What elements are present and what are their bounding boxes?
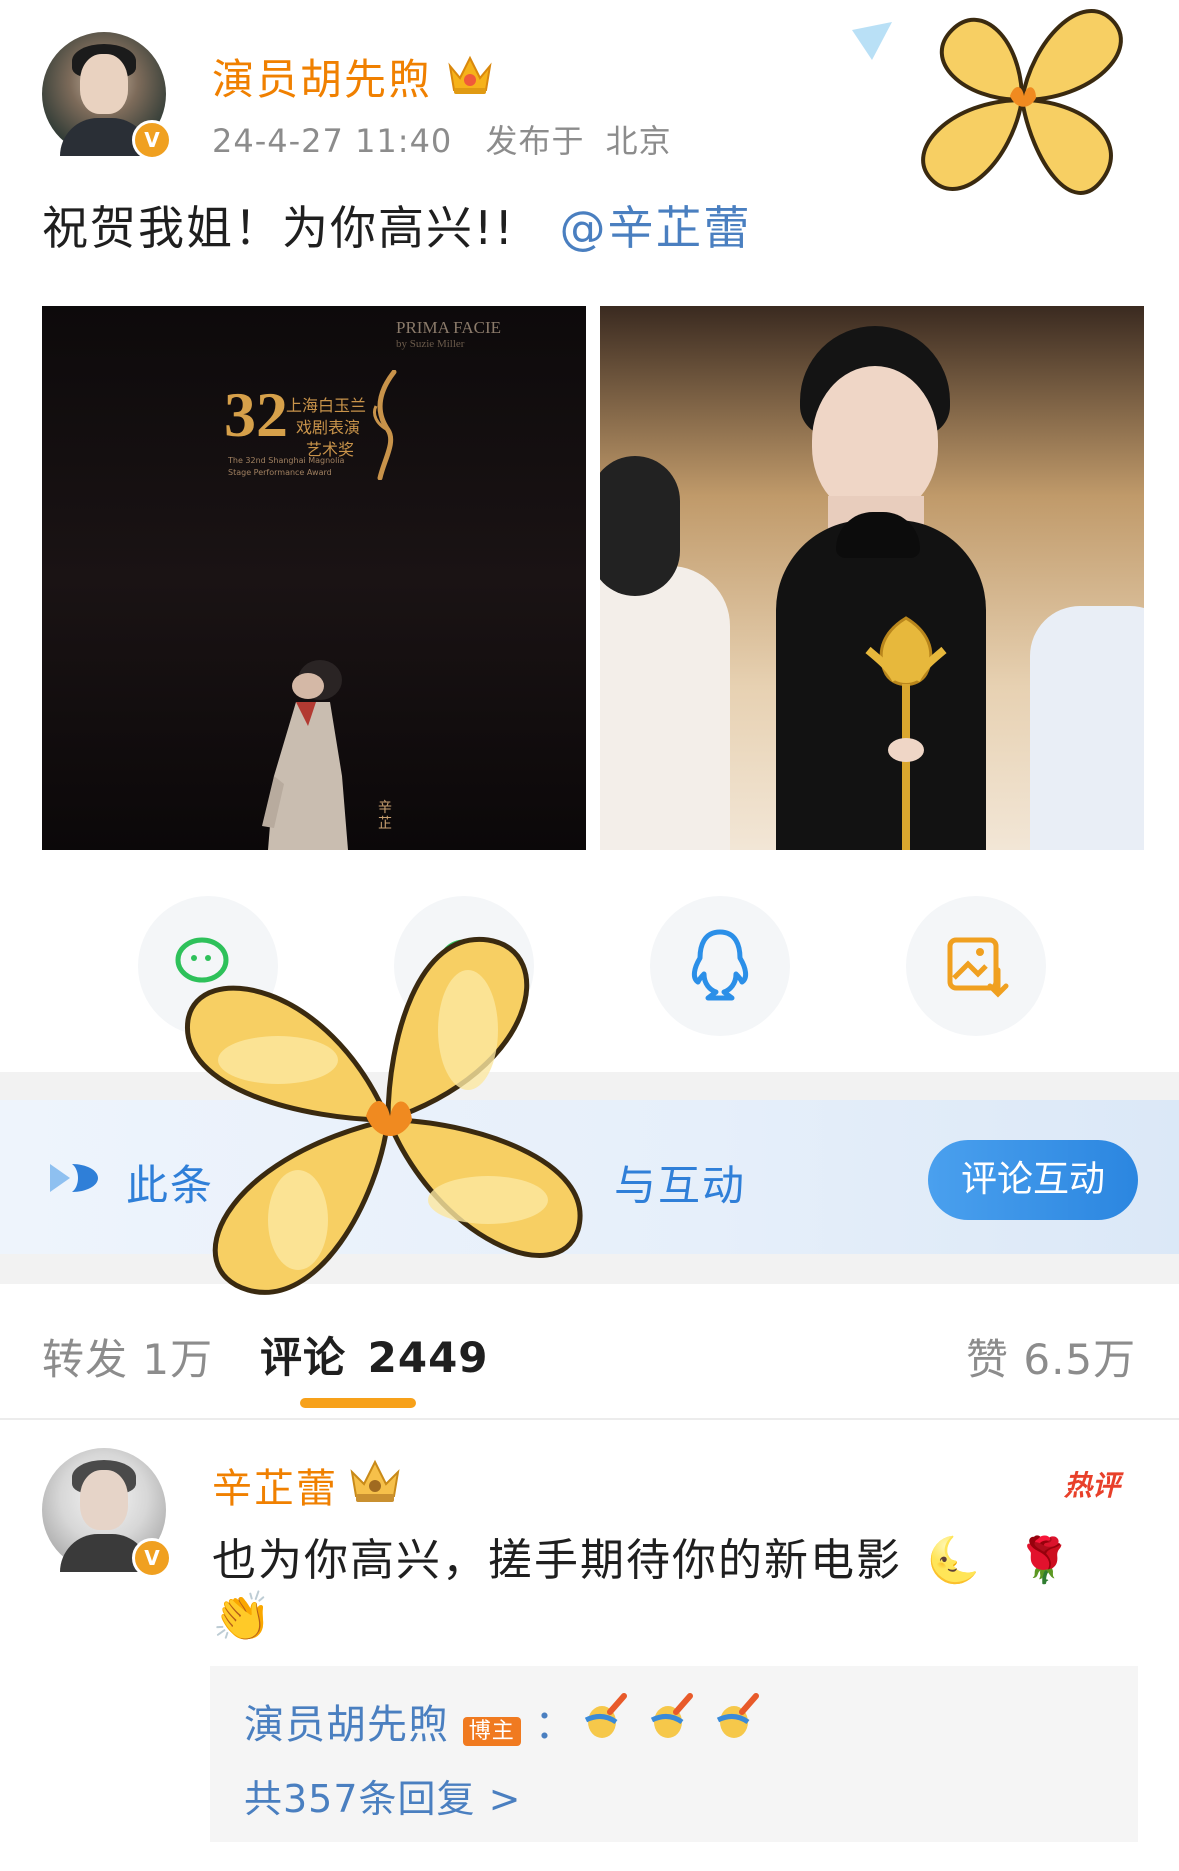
blogger-badge: 博主 xyxy=(462,1717,521,1746)
cheer-emoji-icon xyxy=(650,1693,693,1738)
poster-title-en: PRIMA FACIE xyxy=(396,318,502,337)
tab-comments-label: 评论 xyxy=(260,1333,347,1382)
tab-likes[interactable]: 赞 6.5万 xyxy=(966,1326,1136,1387)
trophy-icon xyxy=(865,616,947,850)
hot-comment-badge: 热评 xyxy=(1064,1469,1121,1502)
award-en-1: The 32nd Shanghai Magnolia xyxy=(228,456,345,465)
reply-author[interactable]: 演员胡先煦 xyxy=(244,1702,449,1748)
award-cn-1: 上海白玉兰 xyxy=(286,396,367,415)
play-double-icon xyxy=(50,1164,98,1192)
qq-icon xyxy=(691,929,749,1001)
comment-interact-button[interactable]: 评论互动 xyxy=(928,1140,1138,1220)
commenter-name[interactable]: 辛芷蕾 xyxy=(212,1456,338,1514)
award-number: 32 xyxy=(224,379,288,450)
post-location: 北京 xyxy=(605,122,672,160)
reply-count-link[interactable]: 共357条回复 > xyxy=(244,1768,521,1823)
cheer-emoji-icon xyxy=(716,1693,759,1738)
flower-sticker-large-icon xyxy=(185,936,583,1295)
reply-separator: ： xyxy=(534,1702,576,1748)
crown-vip-icon xyxy=(448,55,492,94)
award-en-2: Stage Performance Award xyxy=(228,468,332,477)
tab-repost[interactable]: 转发 1万 xyxy=(42,1326,213,1387)
cheer-emoji-icon xyxy=(584,1693,627,1738)
author-avatar[interactable]: V xyxy=(42,32,172,160)
post-image-poster[interactable]: PRIMA FACIE by Suzie Miller 32 上海白玉兰 戏剧表… xyxy=(42,306,586,850)
award-cn-2: 戏剧表演 xyxy=(296,418,361,437)
flower-sticker-icon xyxy=(852,9,1123,195)
poster-figure xyxy=(262,660,348,850)
poster-side-text: 辛芷 xyxy=(378,800,392,832)
mention-link[interactable]: @辛芷蕾 xyxy=(560,201,752,255)
moon-emoji: 🌜 xyxy=(926,1535,983,1586)
author-name[interactable]: 演员胡先煦 xyxy=(212,46,432,107)
active-tab-indicator xyxy=(300,1398,416,1408)
tab-comments-count: 2449 xyxy=(367,1333,489,1382)
save-image-button[interactable] xyxy=(906,896,1046,1036)
magnolia-logo-icon xyxy=(373,370,397,480)
rose-emoji: 🌹 xyxy=(1016,1535,1074,1586)
post-text: 祝贺我姐！为你高兴!! xyxy=(42,201,515,255)
poster-title-en-sub: by Suzie Miller xyxy=(396,338,465,350)
commenter-avatar[interactable]: V xyxy=(42,1448,172,1578)
crown-vip-icon xyxy=(350,1459,400,1502)
comment-text: 也为你高兴，搓手期待你的新电影 xyxy=(212,1535,902,1586)
verified-badge: V xyxy=(132,120,172,160)
clap-emoji: 👏 xyxy=(212,1589,272,1645)
tab-comments[interactable]: 评论 2449 xyxy=(260,1324,489,1385)
post-timestamp: 24-4-27 11:40 xyxy=(212,122,453,160)
share-qq-button[interactable] xyxy=(650,896,790,1036)
commenter-verified-badge: V xyxy=(132,1538,172,1578)
tabs-divider xyxy=(0,1418,1179,1420)
reply-preview-box[interactable]: 演员胡先煦 博主 ： 共357条回复 > xyxy=(210,1666,1138,1842)
location-prefix: 发布于 xyxy=(485,122,585,160)
save-image-icon xyxy=(947,937,1009,998)
banner-text-right: 与互动 xyxy=(614,1161,747,1210)
post-image-award[interactable] xyxy=(600,306,1144,850)
